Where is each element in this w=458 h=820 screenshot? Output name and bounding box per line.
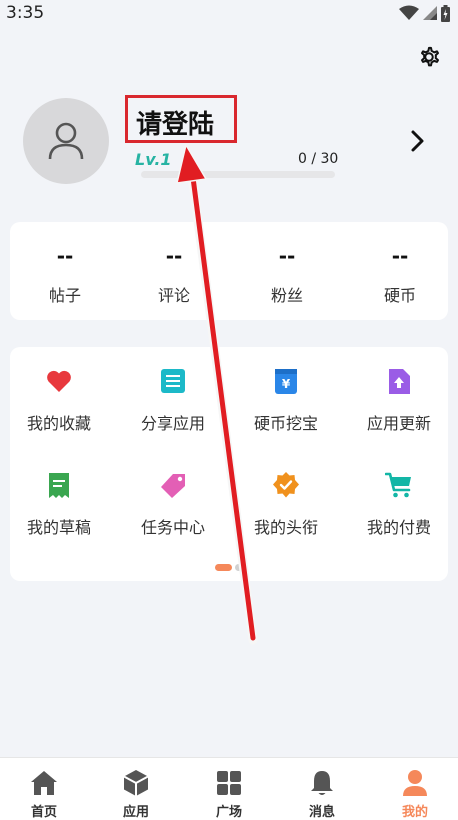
- yen-pouch-icon: ¥: [275, 369, 297, 394]
- badge-check-icon: [273, 472, 299, 498]
- receipt-icon: [49, 473, 69, 498]
- feature-label: 硬币挖宝: [253, 414, 318, 433]
- grid-icon: [217, 771, 241, 795]
- feature-label: 我的付费: [366, 518, 431, 537]
- nav-label: 我的: [401, 805, 428, 820]
- list-icon: [161, 369, 185, 393]
- feature-label: 我的收藏: [26, 414, 91, 433]
- stat-value: --: [165, 244, 183, 268]
- features-card: 我的收藏 分享应用 ¥ 硬币挖宝 应用更新 我的草稿 任务中心 我的头衔 我的付…: [10, 347, 448, 581]
- stat-label: 硬币: [383, 286, 416, 305]
- nav-mine[interactable]: 我的: [369, 758, 458, 820]
- level-badge: Lv.1: [135, 150, 172, 169]
- stat-label: 评论: [157, 286, 190, 305]
- stat-comments[interactable]: -- 评论: [119, 222, 229, 320]
- tag-icon: [161, 474, 185, 498]
- avatar[interactable]: [23, 98, 109, 184]
- wifi-icon: [399, 5, 419, 20]
- svg-text:¥: ¥: [282, 377, 291, 391]
- user-icon: [48, 122, 84, 160]
- feature-purchases[interactable]: 我的付费: [344, 471, 454, 551]
- file-upload-icon: [389, 369, 410, 394]
- home-icon: [31, 771, 57, 795]
- feature-label: 应用更新: [366, 414, 431, 433]
- nav-messages[interactable]: 消息: [276, 758, 368, 820]
- feature-label: 我的草稿: [26, 518, 91, 537]
- status-icons: [399, 4, 450, 22]
- chevron-right-icon[interactable]: [405, 128, 429, 154]
- feature-label: 任务中心: [140, 518, 205, 537]
- nav-label: 消息: [308, 805, 335, 820]
- nav-square[interactable]: 广场: [183, 758, 275, 820]
- cart-icon: [385, 472, 411, 498]
- cube-icon: [123, 770, 149, 796]
- status-time: 3:35: [6, 3, 45, 23]
- bottom-nav: 首页 应用 广场 消息 我的: [0, 757, 458, 820]
- signal-icon: [423, 6, 437, 20]
- nav-label: 首页: [30, 805, 57, 820]
- exp-progress-bar: [141, 171, 335, 178]
- battery-icon: [441, 4, 450, 22]
- feature-titles[interactable]: 我的头衔: [231, 471, 341, 551]
- feature-coin-treasure[interactable]: ¥ 硬币挖宝: [231, 367, 341, 447]
- nav-home[interactable]: 首页: [0, 758, 90, 820]
- feature-favorites[interactable]: 我的收藏: [4, 367, 114, 447]
- feature-share-app[interactable]: 分享应用: [118, 367, 228, 447]
- settings-gear-icon[interactable]: [414, 42, 444, 72]
- stat-posts[interactable]: -- 帖子: [10, 222, 120, 320]
- feature-drafts[interactable]: 我的草稿: [4, 471, 114, 551]
- nav-label: 广场: [215, 805, 242, 820]
- stat-value: --: [56, 244, 74, 268]
- heart-icon: [47, 370, 71, 392]
- stat-followers[interactable]: -- 粉丝: [232, 222, 342, 320]
- person-icon: [403, 770, 427, 796]
- stat-value: --: [278, 244, 296, 268]
- nav-apps[interactable]: 应用: [90, 758, 182, 820]
- feature-app-update[interactable]: 应用更新: [344, 367, 454, 447]
- feature-task-center[interactable]: 任务中心: [118, 471, 228, 551]
- stat-coins[interactable]: -- 硬币: [345, 222, 455, 320]
- exp-progress-text: 0 / 30: [298, 151, 339, 167]
- feature-label: 分享应用: [140, 414, 205, 433]
- nav-label: 应用: [122, 805, 149, 820]
- bell-icon: [311, 771, 333, 795]
- feature-label: 我的头衔: [253, 518, 318, 537]
- stat-label: 粉丝: [270, 286, 303, 305]
- stats-card: -- 帖子 -- 评论 -- 粉丝 -- 硬币: [10, 222, 448, 320]
- pager-dot-active[interactable]: [215, 564, 232, 571]
- stat-label: 帖子: [48, 286, 81, 305]
- login-prompt[interactable]: 请登陆: [136, 104, 214, 141]
- stat-value: --: [391, 244, 409, 268]
- pager-dot[interactable]: [235, 564, 242, 571]
